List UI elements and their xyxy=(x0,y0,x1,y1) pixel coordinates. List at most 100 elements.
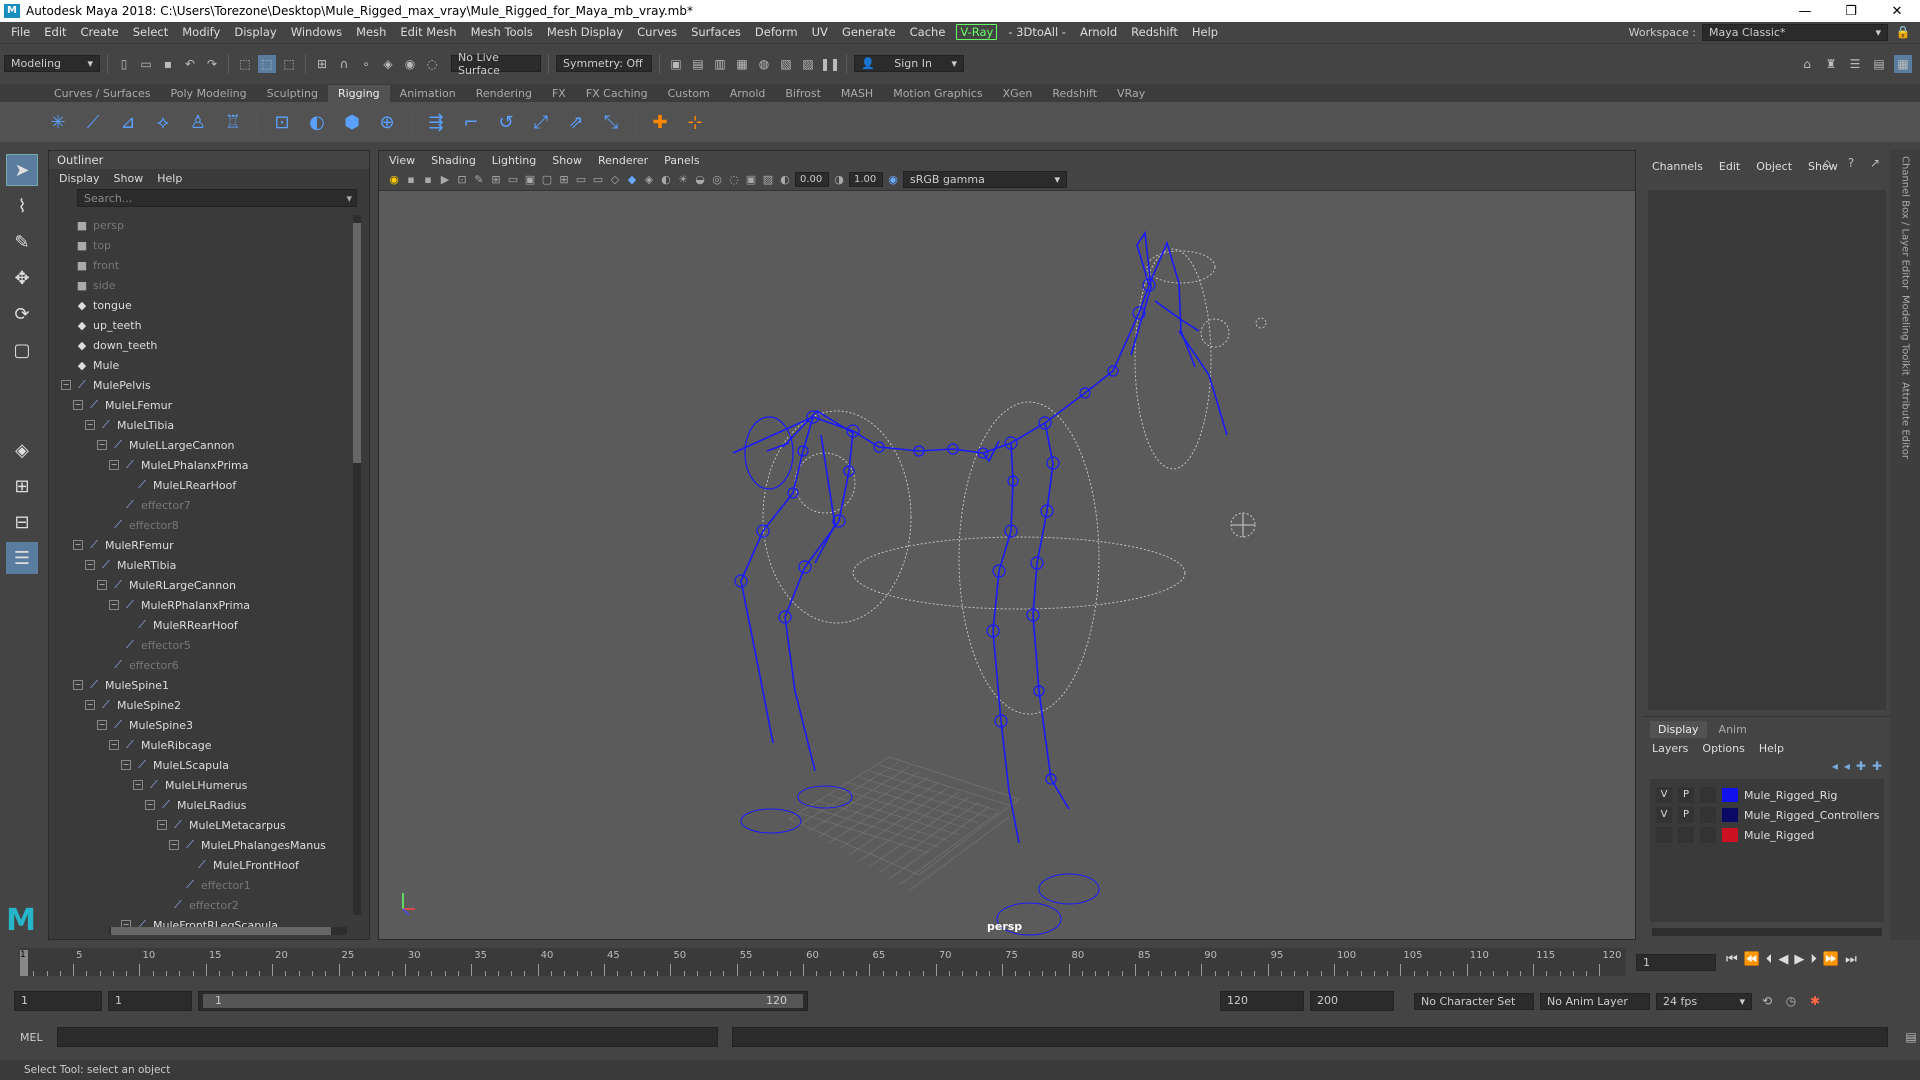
auto-key-icon[interactable]: ◷ xyxy=(1782,992,1800,1010)
layer-color-swatch[interactable] xyxy=(1722,788,1738,802)
camera-attributes-icon[interactable]: ▪ xyxy=(404,173,418,187)
character-icon[interactable]: ♖ xyxy=(219,108,247,136)
channel-list[interactable] xyxy=(1648,190,1886,710)
layer-playback-toggle[interactable]: P xyxy=(1678,807,1694,823)
expand-toggle-icon[interactable]: − xyxy=(97,440,107,450)
menu-curves[interactable]: Curves xyxy=(630,25,684,39)
menu-mesh-tools[interactable]: Mesh Tools xyxy=(464,25,540,39)
shelf-tab-rendering[interactable]: Rendering xyxy=(466,85,542,102)
outliner-item[interactable]: − ⟋ MuleLPhalanxPrima xyxy=(49,455,361,475)
menu-vray[interactable]: V-Ray xyxy=(956,24,998,40)
symmetry-dropdown[interactable]: Symmetry: Off xyxy=(556,55,652,72)
go-to-end-icon[interactable]: ⏭ xyxy=(1845,952,1857,967)
layer-row[interactable]: V P Mule_Rigged_Controllers xyxy=(1650,805,1884,825)
select-tool-icon[interactable]: ➤ xyxy=(6,154,38,186)
safe-action-icon[interactable]: ▭ xyxy=(574,173,588,187)
range-slider[interactable]: 1 120 xyxy=(198,991,808,1011)
outliner-item[interactable]: − ⟋ MuleRLargeCannon xyxy=(49,575,361,595)
render-settings-icon[interactable]: ▦ xyxy=(733,55,751,73)
expand-toggle-icon[interactable]: − xyxy=(61,380,71,390)
modeling-toolkit-icon[interactable]: ⌂ xyxy=(1798,55,1816,73)
layer-type-toggle[interactable] xyxy=(1700,787,1716,803)
step-forward-frame-icon[interactable]: ⏵ xyxy=(1810,952,1817,967)
hypershade-icon[interactable]: ◍ xyxy=(755,55,773,73)
undo-icon[interactable]: ↶ xyxy=(181,55,199,73)
move-layer-up-icon[interactable]: ◂ xyxy=(1832,759,1838,773)
aim-constraint-icon[interactable]: ⇗ xyxy=(562,108,590,136)
viewport-panel[interactable]: View Shading Lighting Show Renderer Pane… xyxy=(378,150,1636,940)
shelf-tab-sculpting[interactable]: Sculpting xyxy=(257,85,328,102)
outliner-item[interactable]: − ⟋ MuleLPhalangesManus xyxy=(49,835,361,855)
snap-view-icon[interactable]: ◈ xyxy=(379,55,397,73)
character-set-dropdown[interactable]: No Character Set xyxy=(1414,992,1534,1010)
outliner-item[interactable]: ⟋ effector8 xyxy=(49,515,361,535)
parent-constraint-icon[interactable]: ⇶ xyxy=(422,108,450,136)
outliner-item[interactable]: − ⟋ MuleLRadius xyxy=(49,795,361,815)
outliner-search-input[interactable]: Search... xyxy=(77,189,357,208)
ipr-render-icon[interactable]: ▥ xyxy=(711,55,729,73)
minimize-button[interactable]: — xyxy=(1782,4,1828,19)
resolution-gate-icon[interactable]: ▣ xyxy=(523,173,537,187)
move-layer-down-icon[interactable]: ◂ xyxy=(1844,759,1850,773)
outliner-horizontal-scrollbar[interactable] xyxy=(109,927,347,935)
point-constraint-icon[interactable]: ⌐ xyxy=(457,108,485,136)
menu-arnold[interactable]: Arnold xyxy=(1073,25,1124,39)
paint-select-icon[interactable]: ✎ xyxy=(6,226,38,258)
outliner-item[interactable]: − ⟋ MuleLMetacarpus xyxy=(49,815,361,835)
rotate-tool-icon[interactable]: ⟳ xyxy=(6,298,38,330)
snap-curve-icon[interactable]: ∩ xyxy=(335,55,353,73)
animation-start-field[interactable]: 1 xyxy=(14,991,102,1011)
layer-row[interactable]: V P Mule_Rigged_Rig xyxy=(1650,785,1884,805)
expand-toggle-icon[interactable]: − xyxy=(109,460,119,470)
outliner-item[interactable]: − ⟋ MuleSpine2 xyxy=(49,695,361,715)
redo-icon[interactable]: ↷ xyxy=(203,55,221,73)
move-tool-icon[interactable]: ✥ xyxy=(6,262,38,294)
shelf-tab-curves-surfaces[interactable]: Curves / Surfaces xyxy=(44,85,161,102)
gamma-field[interactable]: 1.00 xyxy=(849,172,883,187)
channel-box-tab[interactable]: Channel Box / Layer Editor xyxy=(1900,156,1911,289)
maximize-button[interactable]: ❐ xyxy=(1828,4,1874,19)
expand-toggle-icon[interactable]: − xyxy=(73,400,83,410)
expand-toggle-icon[interactable]: − xyxy=(109,740,119,750)
outliner-item[interactable]: ⟋ effector2 xyxy=(49,895,361,915)
layer-row[interactable]: Mule_Rigged xyxy=(1650,825,1884,845)
layer-visibility-toggle[interactable]: V xyxy=(1656,787,1672,803)
channel-menu-edit[interactable]: Edit xyxy=(1719,160,1740,174)
outliner-item[interactable]: ■ persp xyxy=(49,215,361,235)
quick-rig-icon[interactable]: ⟡ xyxy=(149,108,177,136)
outliner-item[interactable]: − ⟋ MuleLLargeCannon xyxy=(49,435,361,455)
step-forward-key-icon[interactable]: ⏩ xyxy=(1823,952,1839,967)
joint-tool-icon[interactable]: ✳ xyxy=(44,108,72,136)
menu-edit[interactable]: Edit xyxy=(37,25,73,39)
attribute-editor-icon[interactable]: ☰ xyxy=(1846,55,1864,73)
shelf-tab-custom[interactable]: Custom xyxy=(658,85,720,102)
open-scene-icon[interactable]: ▭ xyxy=(137,55,155,73)
layer-type-toggle[interactable] xyxy=(1700,807,1716,823)
save-scene-icon[interactable]: ▪ xyxy=(159,55,177,73)
scale-tool-icon[interactable]: ▢ xyxy=(6,334,38,366)
vray-ipr-icon[interactable]: ▨ xyxy=(799,55,817,73)
two-d-pan-icon[interactable]: ⊡ xyxy=(455,173,469,187)
preferences-icon[interactable]: ✱ xyxy=(1806,992,1824,1010)
bookmark-icon[interactable]: ▪ xyxy=(421,173,435,187)
viewport-menu-panels[interactable]: Panels xyxy=(664,154,699,167)
outliner-item[interactable]: ■ side xyxy=(49,275,361,295)
shelf-tab-bifrost[interactable]: Bifrost xyxy=(775,85,831,102)
expand-toggle-icon[interactable]: − xyxy=(133,780,143,790)
cluster-icon[interactable]: ⊕ xyxy=(373,108,401,136)
outliner-item[interactable]: ◆ Mule xyxy=(49,355,361,375)
viewport-menu-lighting[interactable]: Lighting xyxy=(492,154,536,167)
gamma-icon[interactable]: ◑ xyxy=(832,173,846,187)
outliner-item[interactable]: − ⟋ MuleRPhalanxPrima xyxy=(49,595,361,615)
expand-toggle-icon[interactable]: − xyxy=(97,720,107,730)
loop-icon[interactable]: ⟲ xyxy=(1758,992,1776,1010)
shelf-tab-vray[interactable]: VRay xyxy=(1107,85,1155,102)
layer-playback-toggle[interactable] xyxy=(1678,827,1694,843)
pole-vector-icon[interactable]: ⤡ xyxy=(597,108,625,136)
ik-spline-icon[interactable]: ⊿ xyxy=(114,108,142,136)
wireframe-icon[interactable]: ◇ xyxy=(608,173,622,187)
sign-in-button[interactable]: 👤 Sign In ▾ xyxy=(854,55,964,72)
outliner-item[interactable]: ⟋ MuleLFrontHoof xyxy=(49,855,361,875)
expand-icon[interactable]: ↗ xyxy=(1866,154,1884,172)
grid-icon[interactable]: ⊞ xyxy=(489,173,503,187)
